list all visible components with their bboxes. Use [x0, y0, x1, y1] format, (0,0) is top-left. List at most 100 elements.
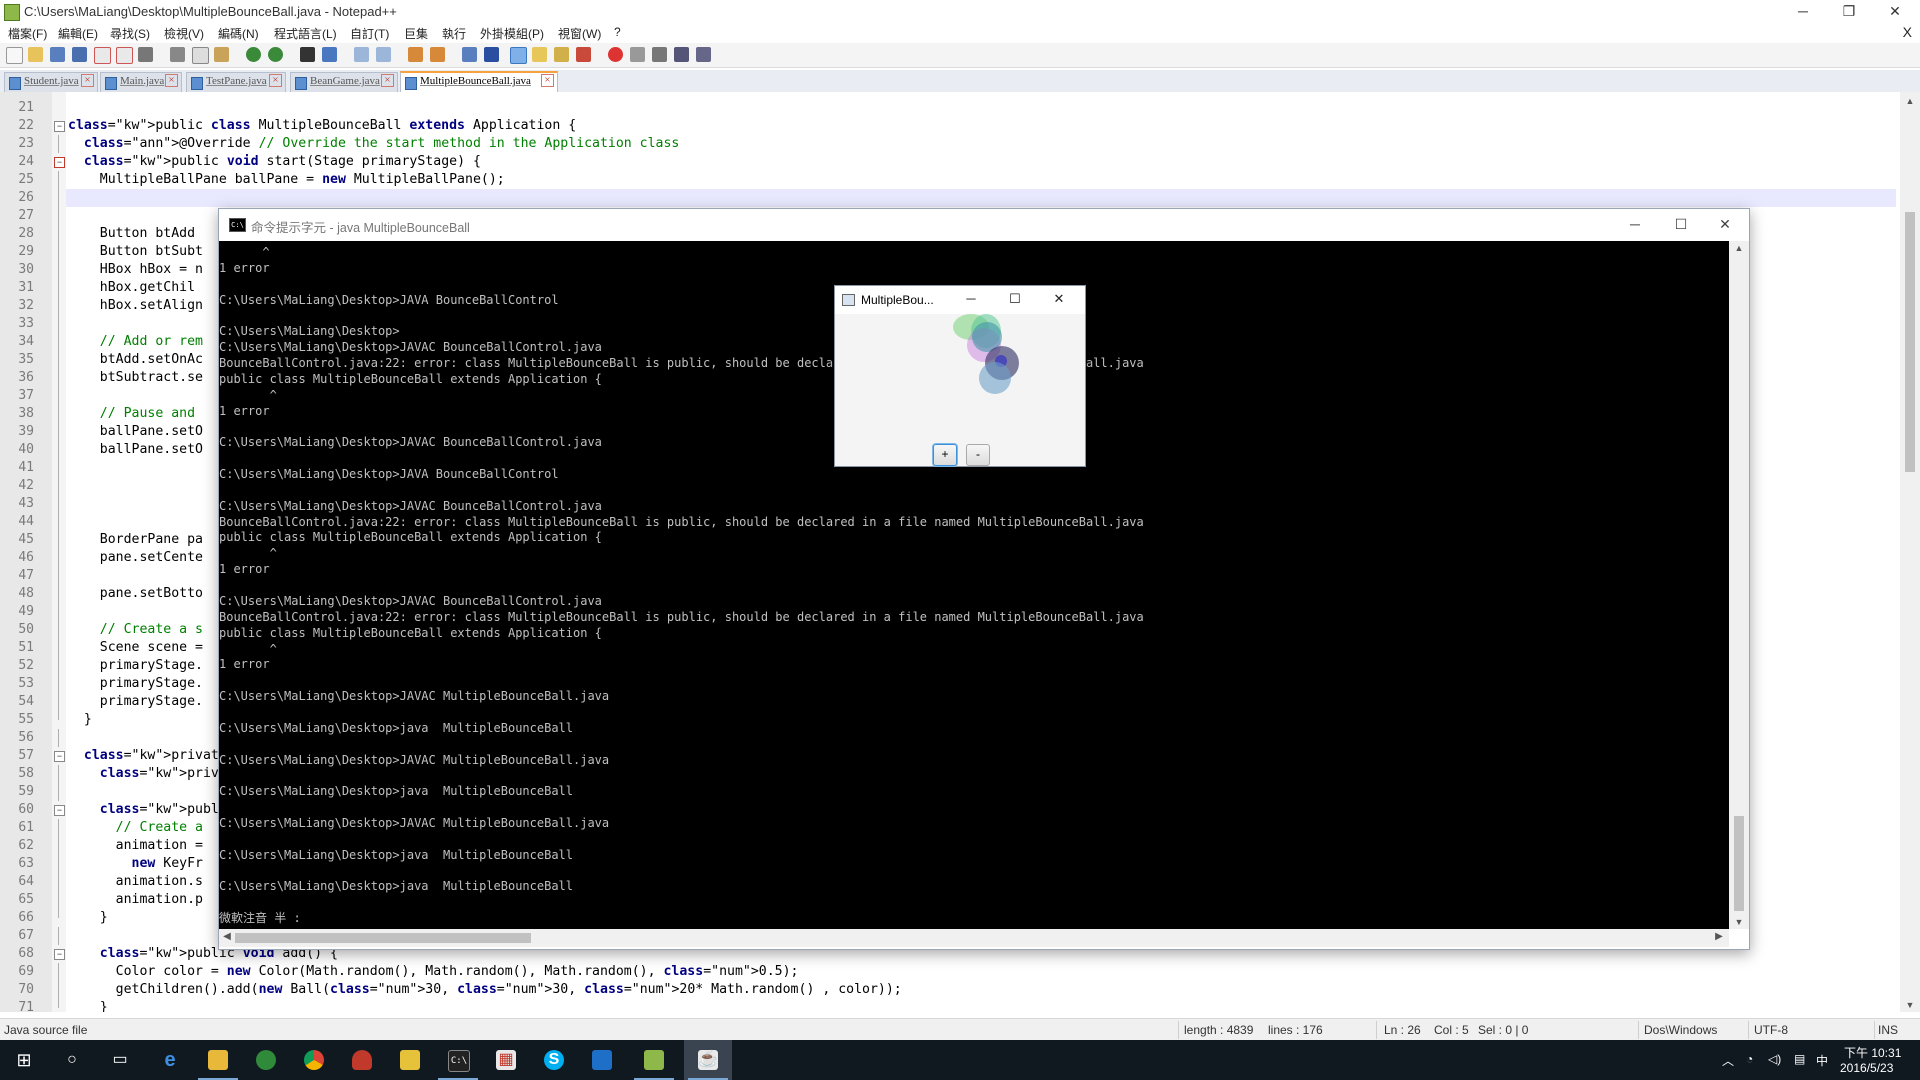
zoom-in-icon[interactable] — [354, 47, 369, 62]
menu-help[interactable]: ? — [614, 25, 621, 39]
start-button[interactable]: ⊞ — [0, 1040, 48, 1080]
npp-minimize-button[interactable]: ─ — [1780, 0, 1826, 24]
tab-main-java[interactable]: Main.java × — [100, 72, 182, 92]
cmd-horizontal-scrollbar[interactable]: ◀ ▶ — [219, 929, 1729, 947]
sync-vertical-icon[interactable] — [408, 47, 423, 62]
tab-testpane-java[interactable]: TestPane.java × — [186, 72, 286, 92]
scroll-up-arrow-icon[interactable]: ▲ — [1900, 96, 1920, 106]
indent-guide-icon[interactable] — [510, 47, 527, 64]
code-line[interactable]: 71 } — [18, 999, 1896, 1012]
clock-date[interactable]: 2016/5/23 — [1840, 1061, 1893, 1075]
code-line[interactable]: 23 class="ann">@Override // Override the… — [18, 135, 1896, 153]
tab-beangame-java[interactable]: BeanGame.java × — [290, 72, 398, 92]
code-line[interactable]: 70 getChildren().add(new Ball(class="num… — [18, 981, 1896, 999]
fx-titlebar[interactable]: MultipleBou... ─ ☐ ✕ — [835, 286, 1085, 314]
fold-toggle-icon[interactable]: − — [54, 751, 65, 762]
ball-pane[interactable]: + - — [835, 314, 1085, 466]
menu-run[interactable]: 執行 — [442, 25, 466, 42]
tab-student-java[interactable]: Student.java × — [4, 72, 98, 92]
close-file-icon[interactable] — [94, 47, 111, 64]
cmd-close-button[interactable]: ✕ — [1703, 211, 1747, 239]
network-icon[interactable]: ◔ — [1746, 1052, 1753, 1066]
doc-map-icon[interactable] — [532, 47, 547, 62]
sync-app-button[interactable] — [242, 1040, 290, 1080]
npp-close-button[interactable]: ✕ — [1872, 0, 1918, 24]
scroll-thumb[interactable] — [1734, 816, 1744, 911]
grid-app-button[interactable]: ▦ — [482, 1040, 530, 1080]
menu-edit[interactable]: 編輯(E) — [58, 25, 98, 42]
scroll-up-arrow-icon[interactable]: ▲ — [1729, 243, 1749, 253]
tab-close-icon[interactable]: × — [81, 74, 94, 87]
fold-toggle-icon[interactable]: − — [54, 121, 65, 132]
save-macro-icon[interactable] — [696, 47, 711, 62]
clock-time[interactable]: 下午 10:31 — [1844, 1044, 1901, 1061]
tray-chevron-icon[interactable]: ︿ — [1722, 1052, 1734, 1069]
scroll-down-arrow-icon[interactable]: ▼ — [1729, 917, 1749, 927]
menu-file[interactable]: 檔案(F) — [8, 25, 47, 42]
new-file-icon[interactable] — [6, 47, 23, 64]
tab-close-icon[interactable]: × — [269, 74, 282, 87]
cmd-minimize-button[interactable]: ─ — [1613, 211, 1657, 239]
menu-macro[interactable]: 巨集 — [404, 25, 428, 42]
npp-maximize-button[interactable]: ❐ — [1826, 0, 1872, 24]
chrome-button[interactable] — [290, 1040, 338, 1080]
print-icon[interactable] — [138, 47, 153, 62]
fx-maximize-button[interactable]: ☐ — [997, 288, 1033, 312]
close-all-icon[interactable] — [116, 47, 133, 64]
scroll-thumb[interactable] — [235, 933, 531, 943]
menu-language[interactable]: 程式語言(L) — [274, 25, 337, 42]
fx-minimize-button[interactable]: ─ — [953, 288, 989, 312]
menu-plugins[interactable]: 外掛模組(P) — [480, 25, 544, 42]
scroll-down-arrow-icon[interactable]: ▼ — [1900, 1000, 1920, 1010]
play-macro-icon[interactable] — [652, 47, 667, 62]
save-all-icon[interactable] — [72, 47, 87, 62]
code-line[interactable]: 69 Color color = new Color(Math.random()… — [18, 963, 1896, 981]
play-multiple-macro-icon[interactable] — [674, 47, 689, 62]
scroll-thumb[interactable] — [1905, 212, 1915, 472]
task-view-button[interactable]: ▭ — [96, 1040, 144, 1080]
tab-close-icon[interactable]: × — [381, 74, 394, 87]
menu-view[interactable]: 檢視(V) — [164, 25, 204, 42]
add-ball-button[interactable]: + — [933, 444, 957, 466]
tab-close-icon[interactable]: × — [541, 74, 554, 87]
subtract-ball-button[interactable]: - — [966, 444, 990, 466]
cmd-maximize-button[interactable]: ☐ — [1659, 211, 1703, 239]
red-app-button[interactable] — [338, 1040, 386, 1080]
fx-close-button[interactable]: ✕ — [1041, 288, 1077, 312]
edge-button[interactable]: e — [146, 1040, 194, 1080]
fold-margin[interactable] — [52, 92, 66, 1012]
menu-close-doc-icon[interactable]: X — [1903, 24, 1912, 40]
editor-vertical-scrollbar[interactable]: ▲ ▼ — [1900, 92, 1920, 1012]
file-explorer-button[interactable] — [194, 1040, 242, 1080]
code-line[interactable]: 21 — [18, 99, 1896, 117]
fold-toggle-icon[interactable]: − — [54, 949, 65, 960]
java-taskbar-button[interactable]: ☕ — [684, 1040, 732, 1080]
skype-button[interactable]: S — [530, 1040, 578, 1080]
record-macro-icon[interactable] — [608, 47, 623, 62]
redo-icon[interactable] — [268, 47, 283, 62]
undo-icon[interactable] — [246, 47, 261, 62]
replace-icon[interactable] — [322, 47, 337, 62]
function-list-icon[interactable] — [554, 47, 569, 62]
menu-search[interactable]: 尋找(S) — [110, 25, 150, 42]
cut-icon[interactable] — [170, 47, 185, 62]
sync-horizontal-icon[interactable] — [430, 47, 445, 62]
fold-toggle-icon[interactable]: − — [54, 157, 65, 168]
stop-macro-icon[interactable] — [630, 47, 645, 62]
ime-indicator[interactable]: 中 — [1816, 1052, 1828, 1069]
code-line[interactable]: 24 − class="kw">public void start(Stage p… — [18, 153, 1896, 171]
menu-window[interactable]: 視窗(W) — [558, 25, 601, 42]
blue-app-button[interactable] — [578, 1040, 626, 1080]
code-line[interactable]: 25 MultipleBallPane ballPane = new Multi… — [18, 171, 1896, 189]
copy-icon[interactable] — [192, 47, 209, 64]
action-center-icon[interactable]: ▤ — [1794, 1052, 1805, 1066]
search-button[interactable]: ○ — [48, 1040, 96, 1080]
show-all-chars-icon[interactable] — [484, 47, 499, 62]
cmd-vertical-scrollbar[interactable]: ▲ ▼ — [1729, 241, 1749, 929]
volume-icon[interactable]: ◁) — [1768, 1052, 1781, 1066]
cmd-taskbar-button[interactable]: C:\ — [434, 1040, 482, 1080]
menu-settings[interactable]: 自訂(T) — [350, 25, 389, 42]
scroll-right-arrow-icon[interactable]: ▶ — [1711, 931, 1727, 942]
cmd-titlebar[interactable]: C:\ 命令提示字元 - java MultipleBounceBall ─ ☐… — [219, 209, 1749, 241]
code-line[interactable]: 22 − class="kw">public class MultipleBounc… — [18, 117, 1896, 135]
